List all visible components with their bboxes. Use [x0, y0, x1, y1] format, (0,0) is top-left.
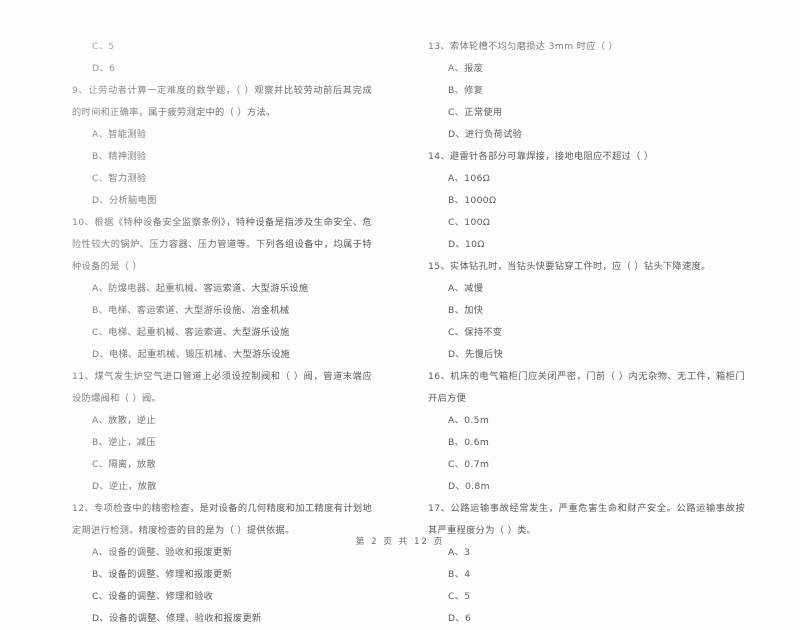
option-item: D、进行负荷试验	[448, 129, 523, 140]
question-stem: 13、索体轮槽不均匀磨损达 3mm 时应（ ）	[428, 41, 619, 52]
question-10: 10、根据《特种设备安全监察条例》，特种设备是指涉及生命安全、危险性较大的锅炉、…	[72, 212, 372, 366]
question-14: 14、避雷针各部分可靠焊接，接地电阻应不超过（ ） A、106Ω B、1000Ω…	[428, 146, 745, 256]
option-item: C、电梯、起重机械、客运索道、大型游乐设施	[92, 327, 290, 338]
option-item: D、分析脑电图	[92, 195, 157, 206]
question-9: 9、让劳动者计算一定难度的数学题，（ ）观察并比较劳动前后其完成的时间和正确率，…	[72, 80, 372, 212]
option-item: A、智能测验	[92, 129, 147, 140]
option-item: B、电梯、客运索道、大型游乐设施、冶金机械	[92, 305, 290, 316]
option-item: B、0.6m	[448, 437, 490, 448]
option-item: A、减慢	[448, 283, 484, 294]
option-item: D、逆止，放散	[92, 481, 157, 492]
option-item: D、6	[448, 613, 472, 624]
option-item: C、正常使用	[448, 107, 503, 118]
option-item: A、放散，逆止	[92, 415, 156, 426]
option-item: B、加快	[448, 305, 484, 316]
question-11: 11、煤气发生炉空气进口管道上必须设控制阀和（ ）阀，管道末端应设防爆阀和（ ）…	[72, 366, 372, 498]
question-stem: 14、避雷针各部分可靠焊接，接地电阻应不超过（ ）	[428, 151, 654, 162]
exam-page: C、5 D、6 9、让劳动者计算一定难度的数学题，（ ）观察并比较劳动前后其完成…	[0, 0, 800, 624]
option-item: B、逆止，减压	[92, 437, 156, 448]
option-item: C、保持不变	[448, 327, 503, 338]
option-item: C、5	[448, 591, 471, 602]
option-item: C、100Ω	[448, 217, 491, 228]
option-item: C、0.7m	[448, 459, 490, 470]
question-stem: 16、机床的电气箱柜门应关闭严密，门前（ ）内无杂物、无工件，箱柜门开启方便	[428, 371, 745, 404]
option-item: A、防爆电器、起重机械、客运索道、大型游乐设施	[92, 283, 309, 294]
option-item: D、6	[92, 63, 116, 74]
option-item: C、智力测验	[92, 173, 147, 184]
option-item: D、先慢后快	[448, 349, 504, 360]
question-16: 16、机床的电气箱柜门应关闭严密，门前（ ）内无杂物、无工件，箱柜门开启方便 A…	[428, 366, 745, 498]
option-item: C、5	[92, 41, 115, 52]
option-item: D、设备的调整、修理、验收和报废更新	[92, 613, 262, 624]
option-item: A、106Ω	[448, 173, 491, 184]
option-item: B、设备的调整、修理和报废更新	[92, 569, 233, 580]
question-12: 12、专项检查中的精密检查，是对设备的几何精度和加工精度有计划地定期进行检测。精…	[72, 498, 372, 630]
option-item: D、0.8m	[448, 481, 490, 492]
question-stem: 15、实体钻孔时，当钻头快要钻穿工件时，应（ ）钻头下降速度。	[428, 261, 711, 272]
option-item: B、1000Ω	[448, 195, 497, 206]
question-stem: 10、根据《特种设备安全监察条例》，特种设备是指涉及生命安全、危险性较大的锅炉、…	[72, 217, 372, 272]
question-stem: 11、煤气发生炉空气进口管道上必须设控制阀和（ ）阀，管道末端应设防爆阀和（ ）…	[72, 371, 372, 404]
question-stem: 9、让劳动者计算一定难度的数学题，（ ）观察并比较劳动前后其完成的时间和正确率，…	[72, 85, 372, 118]
option-item: C、设备的调整、修理和验收	[92, 591, 214, 602]
question-15: 15、实体钻孔时，当钻头快要钻穿工件时，应（ ）钻头下降速度。 A、减慢 B、加…	[428, 256, 745, 366]
option-item: B、4	[448, 569, 471, 580]
option-item: B、精神测验	[92, 151, 147, 162]
option-item: D、10Ω	[448, 239, 485, 250]
option-item: D、电梯、起重机械、锻压机械、大型游乐设施	[92, 349, 291, 360]
option-item: A、报废	[448, 63, 484, 74]
page-footer: 第 2 页 共 12 页	[355, 537, 445, 547]
option-item: A、0.5m	[448, 415, 490, 426]
question-17: 17、公路运输事故经常发生，严重危害生命和财产安全。公路运输事故按其严重程度分为…	[428, 498, 745, 630]
option-item: B、修复	[448, 85, 484, 96]
question-13: 13、索体轮槽不均匀磨损达 3mm 时应（ ） A、报废 B、修复 C、正常使用…	[428, 36, 745, 146]
option-item: C、隔离，放散	[92, 459, 156, 470]
orphan-options-block: C、5 D、6	[72, 36, 372, 80]
